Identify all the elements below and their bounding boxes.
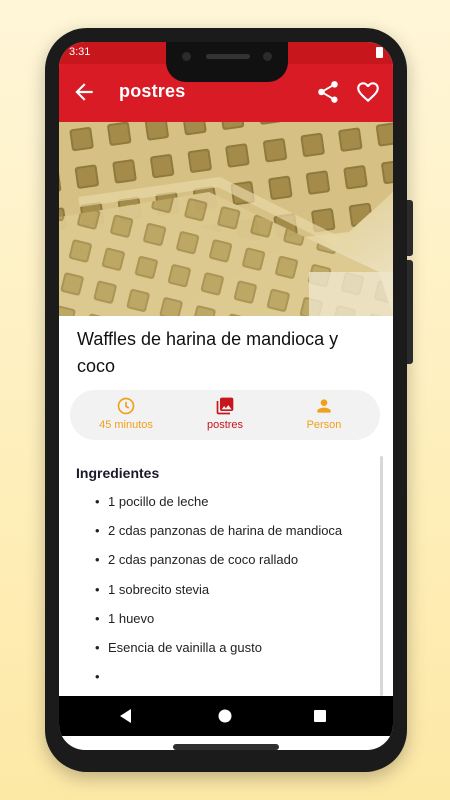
- arrow-back-icon[interactable]: [71, 79, 97, 105]
- power-button: [407, 200, 413, 256]
- nav-home-icon[interactable]: [215, 706, 235, 726]
- waffle-photo: [59, 122, 393, 316]
- list-item: • Esencia de vainilla a gusto: [95, 639, 262, 655]
- info-person-label: Person: [306, 419, 342, 431]
- status-time: 3:31: [69, 46, 91, 58]
- camera-icon: [182, 52, 191, 61]
- scrollbar[interactable]: [380, 456, 383, 696]
- info-time: 45 minutos: [76, 396, 176, 431]
- clock-icon: [117, 397, 135, 415]
- recipe-image: [59, 122, 393, 316]
- nav-back-icon[interactable]: [116, 706, 136, 726]
- ingredients-heading: Ingredientes: [76, 465, 160, 481]
- volume-button: [407, 260, 413, 364]
- list-item: • 2 cdas panzonas de coco rallado: [95, 552, 299, 568]
- info-category[interactable]: postres: [175, 396, 275, 431]
- bottom-speaker: [173, 744, 279, 750]
- list-item: •: [95, 669, 100, 685]
- recipe-info-card: 45 minutos postres Person: [70, 390, 380, 440]
- camera-notch: [166, 42, 288, 82]
- phone-frame: 3:31 postres Waffles de harina de mandio…: [45, 28, 413, 772]
- list-item: • 2 cdas panzonas de harina de mandioca: [95, 523, 343, 539]
- battery-icon: [376, 47, 383, 58]
- ingredients-list: • 1 pocillo de leche • 2 cdas panzonas de …: [95, 492, 375, 696]
- photo-gallery-icon: [216, 397, 234, 415]
- info-time-label: 45 minutos: [99, 419, 153, 431]
- list-item: • 1 pocillo de leche: [95, 494, 209, 509]
- heart-outline-icon[interactable]: [355, 79, 381, 105]
- page-title: postres: [119, 81, 186, 101]
- info-person: Person: [274, 396, 374, 431]
- screen: 3:31 postres Waffles de harina de mandio…: [59, 42, 393, 750]
- camera-icon: [263, 52, 272, 61]
- person-icon: [317, 399, 331, 413]
- list-item: • 1 sobrecito stevia: [95, 581, 210, 597]
- info-category-label: postres: [206, 419, 244, 431]
- recipe-title: Waffles de harina de mandioca y coco: [77, 329, 339, 376]
- system-nav-bar: [59, 696, 393, 736]
- share-icon[interactable]: [315, 79, 341, 105]
- nav-recents-icon[interactable]: [310, 706, 330, 726]
- list-item: • 1 huevo: [95, 610, 155, 626]
- earpiece: [206, 54, 250, 59]
